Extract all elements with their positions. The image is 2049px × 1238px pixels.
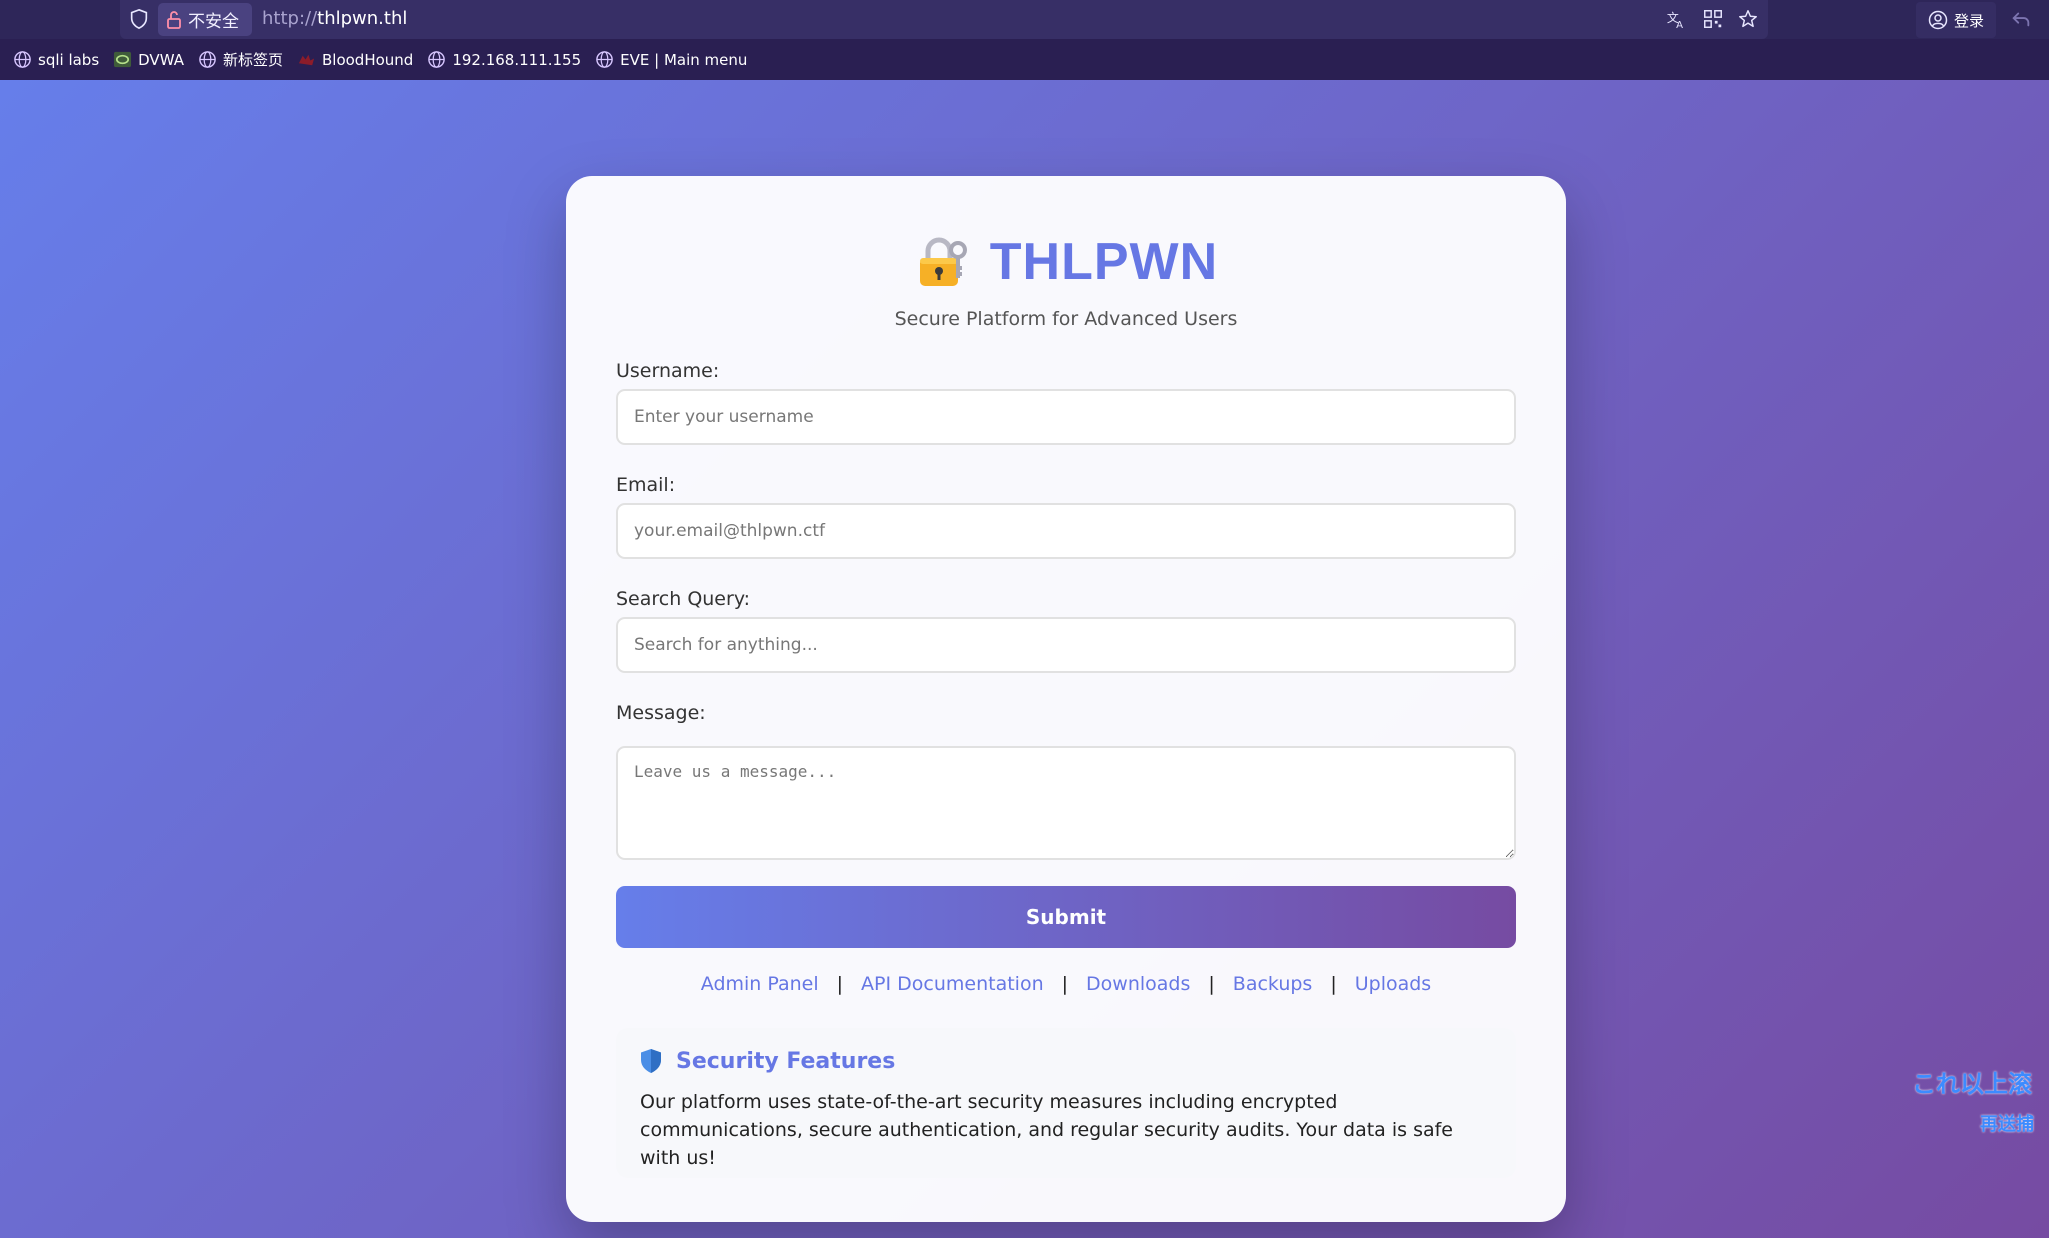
- bookmark-label: sqli labs: [38, 50, 100, 69]
- link-downloads[interactable]: Downloads: [1086, 973, 1190, 995]
- bookmarks-bar: sqli labs DVWA 新标签页 BloodHound 192.168.1…: [0, 39, 2049, 80]
- features-header: Security Features: [640, 1048, 1492, 1074]
- star-icon[interactable]: [1737, 8, 1759, 30]
- login-card: THLPWN Secure Platform for Advanced User…: [566, 176, 1566, 1222]
- message-textarea[interactable]: [616, 746, 1516, 860]
- username-label: Username:: [616, 360, 720, 382]
- qr-code-icon[interactable]: [1702, 8, 1724, 30]
- overlay-subtext: 再送捕: [1980, 1114, 2034, 1135]
- message-label: Message:: [616, 702, 706, 724]
- site-subtitle: Secure Platform for Advanced Users: [894, 308, 1238, 330]
- url-scheme: http://: [262, 8, 318, 29]
- bookmark-ip[interactable]: 192.168.111.155: [427, 50, 581, 69]
- insecure-indicator[interactable]: 不安全: [158, 3, 252, 36]
- login-button[interactable]: 登录: [1916, 2, 1996, 38]
- shield-icon: [641, 1049, 661, 1073]
- submit-button[interactable]: Submit: [616, 886, 1516, 948]
- url-text[interactable]: http://thlpwn.thl: [262, 8, 407, 29]
- features-title: Security Features: [676, 1048, 896, 1074]
- link-api-documentation[interactable]: API Documentation: [861, 973, 1044, 995]
- link-uploads[interactable]: Uploads: [1355, 973, 1431, 995]
- bookmark-label: DVWA: [138, 50, 184, 69]
- globe-icon: [428, 51, 446, 68]
- bookmark-label: BloodHound: [321, 50, 414, 69]
- username-input[interactable]: [616, 389, 1516, 445]
- link-backups[interactable]: Backups: [1233, 973, 1313, 995]
- search-input[interactable]: [616, 617, 1516, 673]
- shield-icon[interactable]: [128, 8, 150, 30]
- url-host: thlpwn.thl: [317, 8, 408, 29]
- globe-icon: [596, 51, 613, 68]
- site-title: THLPWN: [989, 233, 1219, 291]
- bookmark-label: EVE | Main menu: [620, 50, 748, 69]
- svg-text:A: A: [1676, 20, 1683, 30]
- login-label: 登录: [1953, 11, 1984, 30]
- link-admin-panel[interactable]: Admin Panel: [701, 973, 819, 995]
- bookmark-eve[interactable]: EVE | Main menu: [595, 50, 747, 69]
- bloodhound-icon: [298, 54, 315, 66]
- broken-lock-icon: [167, 10, 181, 29]
- globe-icon: [14, 51, 31, 68]
- features-description: Our platform uses state-of-the-art secur…: [640, 1091, 1453, 1169]
- bookmark-dvwa[interactable]: DVWA: [113, 50, 184, 69]
- brand-header: THLPWN: [566, 232, 1566, 292]
- link-separator: |: [1330, 973, 1337, 995]
- overlay-text: これ以上滚: [1912, 1070, 2032, 1098]
- page-background: THLPWN Secure Platform for Advanced User…: [0, 80, 2049, 1238]
- globe-icon: [199, 51, 216, 68]
- link-separator: |: [1208, 973, 1215, 995]
- bookmark-new-tab[interactable]: 新标签页: [198, 49, 283, 70]
- search-label: Search Query:: [616, 588, 751, 610]
- undo-icon[interactable]: [2010, 8, 2032, 30]
- bookmark-label: 192.168.111.155: [452, 50, 582, 69]
- user-icon: [1928, 10, 1948, 30]
- insecure-label: 不安全: [188, 12, 239, 32]
- lock-key-icon: [919, 237, 967, 286]
- translate-icon[interactable]: 文 A: [1666, 8, 1688, 30]
- browser-toolbar: 不安全 http://thlpwn.thl 文 A 登录: [0, 0, 2049, 39]
- email-label: Email:: [616, 474, 676, 496]
- footer-links: Admin Panel | API Documentation | Downlo…: [566, 973, 1566, 995]
- bookmark-label: 新标签页: [222, 51, 283, 69]
- link-separator: |: [1061, 973, 1069, 995]
- email-input[interactable]: [616, 503, 1516, 559]
- bookmark-bloodhound[interactable]: BloodHound: [297, 50, 413, 69]
- dvwa-icon: [114, 51, 132, 68]
- security-features-box: Security Features Our platform uses stat…: [616, 1028, 1516, 1178]
- link-separator: |: [836, 973, 844, 995]
- bookmark-sqli-labs[interactable]: sqli labs: [13, 50, 99, 69]
